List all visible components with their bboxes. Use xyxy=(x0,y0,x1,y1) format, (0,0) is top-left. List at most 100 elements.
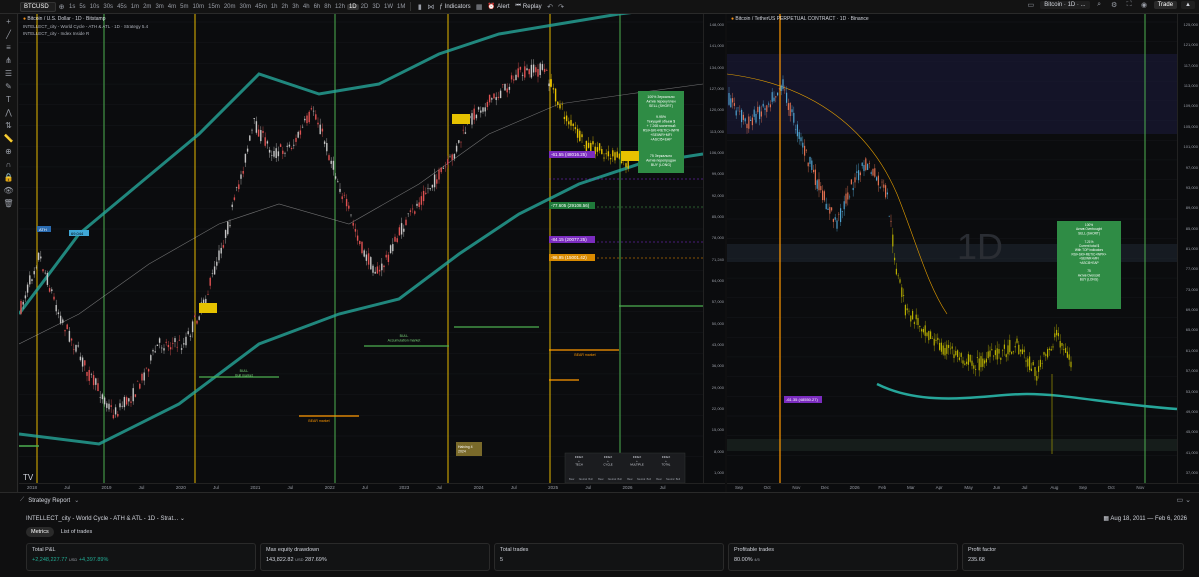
candle-body xyxy=(840,208,842,223)
timeframe-30m[interactable]: 30m xyxy=(237,4,253,10)
timeframe-3m[interactable]: 3m xyxy=(153,4,165,10)
ruler-icon[interactable]: 📏 xyxy=(4,134,14,144)
timeframe-1h[interactable]: 1h xyxy=(269,4,280,10)
chevron-down-icon[interactable]: ⌄ xyxy=(74,497,79,504)
timeframe-8h[interactable]: 8h xyxy=(322,4,333,10)
indicator-legend-1[interactable]: INTELLECT_city - World Cycle - ATH & ATL… xyxy=(23,24,148,29)
candle-body xyxy=(99,396,101,398)
price-tick-label: 57,000 xyxy=(711,299,724,305)
redo-icon[interactable]: ↷ xyxy=(556,3,567,11)
timeframe-3h[interactable]: 3h xyxy=(290,4,301,10)
publish-button[interactable]: ▲ xyxy=(1181,1,1195,9)
indicators-button[interactable]: ƒ Indicators xyxy=(436,4,473,10)
right-chart-canvas[interactable]: 1D-61.35 (48550.27)100%Актив OverboughtS… xyxy=(727,14,1199,492)
timeframe-1s[interactable]: 1s xyxy=(67,4,77,10)
right-price-axis[interactable]: 125,000 121,000 117,000 113,000 109,000 105,0… xyxy=(1177,14,1199,483)
timeframe-20m[interactable]: 20m xyxy=(222,4,238,10)
timeframe-1D[interactable]: 1D xyxy=(346,3,359,10)
undo-icon[interactable]: ↶ xyxy=(545,3,556,11)
timeframe-10s[interactable]: 10s xyxy=(88,4,102,10)
candle-body xyxy=(579,130,581,141)
candle-body xyxy=(40,256,42,259)
metric-extra: +4,397.89% xyxy=(78,557,109,563)
candle-body xyxy=(488,94,491,103)
alert-button[interactable]: ⏰ Alert xyxy=(485,3,513,11)
timeframe-4m[interactable]: 4m xyxy=(166,4,178,10)
candle-body xyxy=(750,119,752,121)
timeframe-1M[interactable]: 1M xyxy=(395,4,407,10)
lock-icon[interactable]: 🔒 xyxy=(4,173,14,183)
fib-icon[interactable]: ☰ xyxy=(5,69,12,79)
signal-box-mid-text: +SEIWR+MFI xyxy=(650,133,672,137)
signal-box-buy-text: BUY (LONG) xyxy=(651,163,671,167)
timeframe-1m[interactable]: 1m xyxy=(129,4,141,10)
timeframe-45m[interactable]: 45m xyxy=(253,4,269,10)
collapse-icon[interactable]: ⌄ xyxy=(1185,497,1191,504)
zoom-icon[interactable]: ⊕ xyxy=(5,147,12,157)
eye-icon[interactable]: 👁 xyxy=(3,186,13,196)
timeframe-2D[interactable]: 2D xyxy=(359,4,371,10)
price-tick-label: 148,000 xyxy=(709,22,724,27)
indicator-legend-2[interactable]: INTELLECT_city - Index Inside R xyxy=(23,31,89,36)
tab-metrics[interactable]: Metrics xyxy=(26,527,54,537)
crosshair-icon[interactable]: + xyxy=(6,17,11,27)
timeframe-2m[interactable]: 2m xyxy=(141,4,153,10)
timeframe-45s[interactable]: 45s xyxy=(115,4,129,10)
marker-box xyxy=(621,151,639,161)
left-time-axis[interactable]: 2018 Jul 2019 Jul 2020 Jul 2021 Jul 2022 Jul 2023 J… xyxy=(19,483,725,492)
magnet-icon[interactable]: ∩ xyxy=(6,160,12,170)
templates-icon[interactable]: ▦ xyxy=(474,3,485,11)
timeframe-3D[interactable]: 3D xyxy=(370,4,382,10)
timeframe-15m[interactable]: 15m xyxy=(206,4,222,10)
right-chart-pane[interactable]: 1D -61.35 (48550.27) 100% Актив Overbought S… xyxy=(727,14,1199,492)
camera-icon[interactable]: ◉ xyxy=(1139,1,1150,9)
replay-button[interactable]: ⏮ Replay xyxy=(513,3,545,10)
text-icon[interactable]: T xyxy=(6,95,11,105)
forecast-icon[interactable]: ⇅ xyxy=(5,121,12,131)
timeframe-1W[interactable]: 1W xyxy=(382,4,395,10)
layout-name[interactable]: Bitcoin · 1D · ... xyxy=(1040,1,1090,9)
candle-style-icon[interactable]: ▮ xyxy=(414,3,425,11)
time-tick-label: 2019 xyxy=(101,485,112,490)
search-icon[interactable]: ⌕ xyxy=(1094,1,1105,9)
candle-body xyxy=(222,245,225,248)
date-range-selector[interactable]: ▦ Aug 18, 2011 — Feb 6, 2026 xyxy=(1103,515,1187,522)
horizontal-lines-icon[interactable]: ≡ xyxy=(6,43,11,53)
strategy-selector[interactable]: INTELLECT_city - World Cycle - ATH & ATL… xyxy=(26,515,185,522)
candle-body xyxy=(874,168,876,177)
candle-body xyxy=(433,174,436,188)
timeframe-10m[interactable]: 10m xyxy=(190,4,206,10)
trade-button[interactable]: Trade xyxy=(1153,1,1178,9)
candle-body xyxy=(447,159,449,165)
metric-label: Profit factor xyxy=(968,547,997,553)
candle-body xyxy=(279,144,282,147)
right-time-axis[interactable]: Sep Oct Nov Dec 2026 Feb Mar Apr May Jun Jul Aug Sep… xyxy=(727,483,1199,492)
pitchfork-icon[interactable]: ⋔ xyxy=(5,56,12,66)
left-chart-canvas[interactable]: -61.55 (48016.25) -77.605 (29108.56) -84.1… xyxy=(19,14,725,492)
settings-icon[interactable]: ⚙ xyxy=(1109,1,1120,9)
fullscreen-icon[interactable]: ⛶ xyxy=(1124,1,1135,9)
candle-body xyxy=(746,123,748,129)
left-chart-pane[interactable]: -61.55 (48016.25) -77.605 (29108.56) -84.1… xyxy=(19,14,725,492)
zone-upper xyxy=(727,54,1177,134)
tab-list-of-trades[interactable]: List of trades xyxy=(56,527,98,537)
add-symbol-icon[interactable]: ⊕ xyxy=(56,3,67,11)
timeframe-6h[interactable]: 6h xyxy=(312,4,323,10)
maximize-icon[interactable]: ▭ xyxy=(1177,497,1184,504)
brush-icon[interactable]: ✎ xyxy=(5,82,12,92)
timeframe-5m[interactable]: 5m xyxy=(178,4,190,10)
chart-type-icon[interactable]: ⋈ xyxy=(425,3,436,11)
strategy-report-title[interactable]: Strategy Report xyxy=(28,498,70,504)
patterns-icon[interactable]: ⋀ xyxy=(5,108,12,118)
timeframe-5s[interactable]: 5s xyxy=(77,4,87,10)
symbol-search[interactable]: BTCUSD xyxy=(20,1,56,12)
timeframe-4h[interactable]: 4h xyxy=(301,4,312,10)
timeframe-12h[interactable]: 12h xyxy=(333,4,347,10)
candle-body xyxy=(735,110,737,116)
timeframe-2h[interactable]: 2h xyxy=(280,4,291,10)
layout-icon[interactable]: ▭ xyxy=(1025,1,1036,9)
left-price-axis[interactable]: 148,000 141,000 134,000 127,000 120,000 113,0… xyxy=(703,14,725,483)
trash-icon[interactable]: 🗑 xyxy=(3,199,13,209)
timeframe-30s[interactable]: 30s xyxy=(101,4,115,10)
trendline-icon[interactable]: ╱ xyxy=(6,30,11,40)
